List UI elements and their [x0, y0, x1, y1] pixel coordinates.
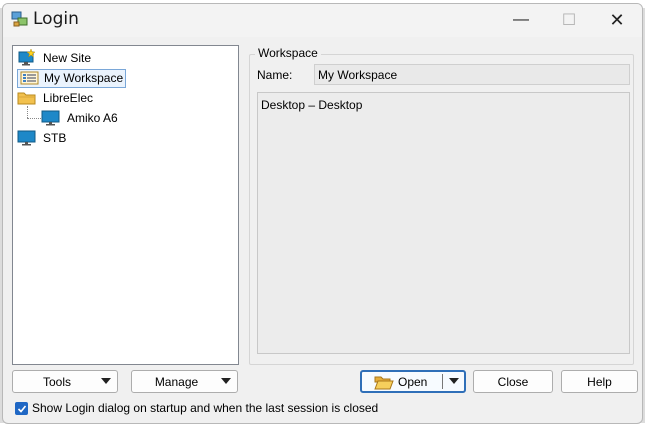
site-tree[interactable]: New Site My Workspace LibreElec Amiko A6…	[12, 45, 239, 365]
window-title: Login	[33, 9, 79, 29]
maximize-button[interactable]: ☐	[546, 4, 592, 36]
title-bar[interactable]: Login — ☐ ✕	[3, 4, 642, 37]
minimize-button[interactable]: —	[498, 4, 544, 36]
monitor-icon	[41, 110, 60, 126]
tree-item-label: Amiko A6	[67, 111, 118, 125]
tree-item-libreelec[interactable]: LibreElec	[17, 88, 95, 108]
open-button-label: Open	[398, 374, 428, 389]
tree-item-amiko-a6[interactable]: Amiko A6	[41, 108, 120, 128]
folder-icon	[17, 92, 36, 105]
tree-item-label: New Site	[43, 51, 92, 65]
tools-button[interactable]: Tools	[12, 370, 118, 393]
manage-button-label: Manage	[154, 374, 199, 389]
chevron-down-icon	[101, 378, 111, 384]
tree-item-stb[interactable]: STB	[17, 128, 68, 148]
open-folder-icon	[374, 376, 394, 389]
tree-item-label: STB	[43, 131, 67, 145]
tree-item-my-workspace[interactable]: My Workspace	[17, 68, 127, 88]
workspace-icon	[20, 71, 39, 85]
chevron-down-icon	[221, 378, 231, 384]
workspace-name-field[interactable]: My Workspace	[314, 64, 630, 85]
help-button[interactable]: Help	[561, 370, 638, 393]
close-window-button[interactable]: ✕	[594, 4, 640, 36]
split-divider	[442, 374, 443, 389]
app-icon	[11, 11, 28, 27]
show-login-checkbox[interactable]	[15, 402, 28, 415]
tree-item-label: LibreElec	[43, 91, 94, 105]
manage-button[interactable]: Manage	[131, 370, 238, 393]
monitor-icon	[17, 130, 36, 146]
workspace-description: Desktop – Desktop	[257, 92, 630, 354]
show-login-label[interactable]: Show Login dialog on startup and when th…	[32, 401, 378, 415]
tree-item-label: My Workspace	[44, 71, 124, 85]
tree-item-new-site[interactable]: New Site	[17, 48, 93, 68]
tree-connector	[27, 106, 28, 118]
new-site-icon	[18, 49, 36, 66]
workspace-group-label: Workspace	[255, 46, 321, 60]
checkmark-icon	[17, 404, 26, 413]
name-label: Name:	[257, 68, 293, 82]
tools-button-label: Tools	[42, 374, 71, 389]
login-dialog: Login — ☐ ✕ New Site My Workspace LibreE…	[2, 3, 643, 424]
tree-connector	[27, 118, 41, 119]
open-button[interactable]: Open	[360, 370, 466, 393]
chevron-down-icon[interactable]	[449, 378, 459, 384]
close-button[interactable]: Close	[473, 370, 553, 393]
selection-highlight: My Workspace	[17, 68, 127, 88]
